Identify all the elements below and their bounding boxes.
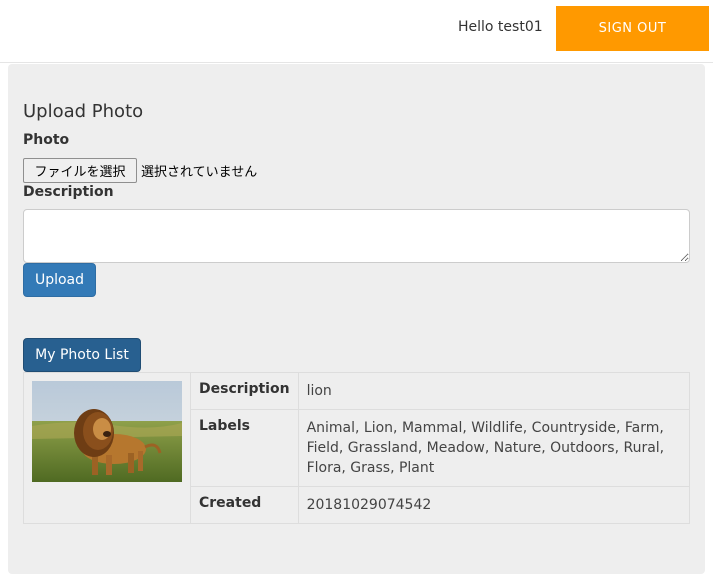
greeting-text: Hello test01 <box>458 19 543 35</box>
row-value: lion <box>297 372 691 410</box>
file-choose-button[interactable]: ファイルを選択 <box>23 158 137 183</box>
lion-photo <box>32 381 182 482</box>
photo-cell <box>23 372 191 524</box>
sign-out-button[interactable]: SIGN OUT <box>556 6 709 51</box>
file-status-text: 選択されていません <box>141 165 258 180</box>
row-key: Labels <box>190 409 299 487</box>
photo-label: Photo <box>23 132 70 148</box>
description-input[interactable] <box>23 209 690 263</box>
row-value: Animal, Lion, Mammal, Wildlife, Countrys… <box>297 409 691 487</box>
upload-button[interactable]: Upload <box>23 263 96 297</box>
photo-list-table: Description lion Labels Animal, Lion, Ma… <box>23 372 691 524</box>
my-photo-list-button[interactable]: My Photo List <box>23 338 141 372</box>
main-panel: Upload Photo Photo ファイルを選択 選択されていません Des… <box>8 64 705 574</box>
row-value: 20181029074542 <box>297 486 691 524</box>
description-label: Description <box>23 184 114 200</box>
top-bar: Hello test01 SIGN OUT <box>0 0 713 63</box>
table-row: Description lion <box>23 372 691 524</box>
upload-title: Upload Photo <box>23 101 144 122</box>
row-key: Description <box>190 372 299 410</box>
row-key: Created <box>190 486 299 524</box>
